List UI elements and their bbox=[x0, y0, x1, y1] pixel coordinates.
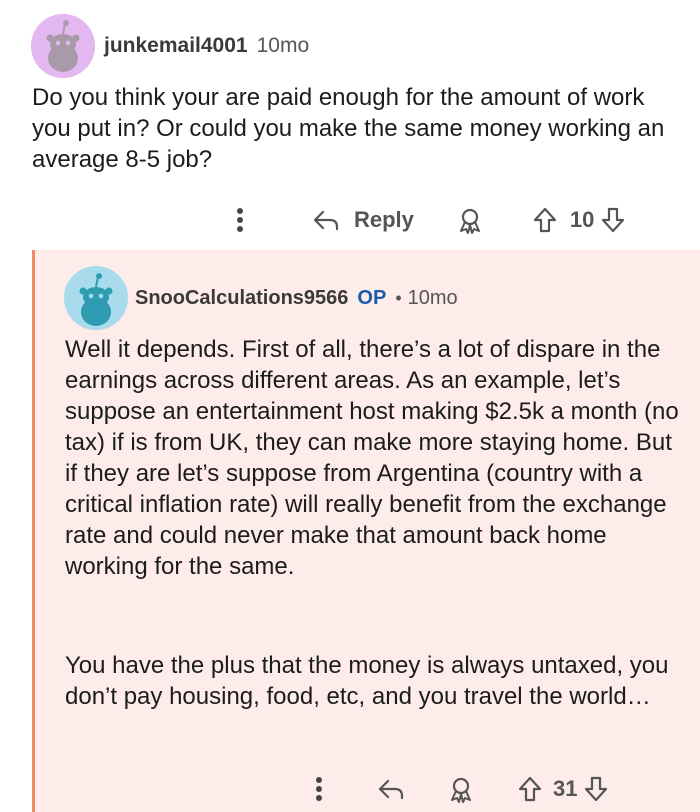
award-button[interactable] bbox=[447, 775, 475, 803]
reply-button[interactable] bbox=[377, 778, 405, 800]
downvote-icon bbox=[585, 776, 608, 802]
avatar[interactable] bbox=[64, 266, 128, 330]
award-button[interactable] bbox=[456, 206, 484, 234]
downvote-button[interactable] bbox=[583, 775, 609, 803]
snoo-avatar-icon bbox=[64, 266, 128, 330]
avatar[interactable] bbox=[31, 14, 95, 78]
comment-age: 10mo bbox=[256, 34, 310, 57]
downvote-icon bbox=[602, 207, 625, 233]
snoo-avatar-icon bbox=[31, 14, 95, 78]
reply-comment: SnooCalculations9566 OP • 10mo Well it d… bbox=[32, 250, 700, 812]
upvote-button[interactable] bbox=[517, 775, 543, 803]
more-options-button[interactable] bbox=[315, 775, 335, 803]
more-vertical-icon bbox=[237, 208, 243, 232]
comment-paragraph: You have the plus that the money is alwa… bbox=[65, 652, 669, 710]
comment-age: 10mo bbox=[407, 287, 458, 309]
reply-icon bbox=[378, 779, 404, 800]
upvote-button[interactable] bbox=[532, 206, 558, 234]
username[interactable]: junkemail4001 bbox=[104, 34, 248, 58]
award-icon bbox=[459, 208, 480, 234]
downvote-button[interactable] bbox=[600, 206, 626, 234]
separator: • bbox=[395, 288, 402, 308]
more-vertical-icon bbox=[316, 777, 322, 801]
vote-count: 31 bbox=[553, 776, 578, 801]
parent-comment: junkemail4001 10mo Do you think your are… bbox=[0, 0, 700, 250]
reply-icon bbox=[313, 210, 339, 231]
comment-paragraph: Well it depends. First of all, there’s a… bbox=[65, 336, 679, 580]
comment-body: Do you think your are paid enough for th… bbox=[32, 84, 665, 173]
reply-label: Reply bbox=[354, 207, 414, 232]
reply-button[interactable]: Reply bbox=[312, 207, 414, 233]
upvote-icon bbox=[518, 776, 542, 802]
username[interactable]: SnooCalculations9566 bbox=[135, 287, 348, 310]
upvote-icon bbox=[533, 207, 557, 233]
vote-count: 10 bbox=[569, 207, 595, 232]
op-badge: OP bbox=[357, 287, 387, 309]
more-options-button[interactable] bbox=[236, 206, 256, 234]
award-icon bbox=[451, 777, 471, 803]
